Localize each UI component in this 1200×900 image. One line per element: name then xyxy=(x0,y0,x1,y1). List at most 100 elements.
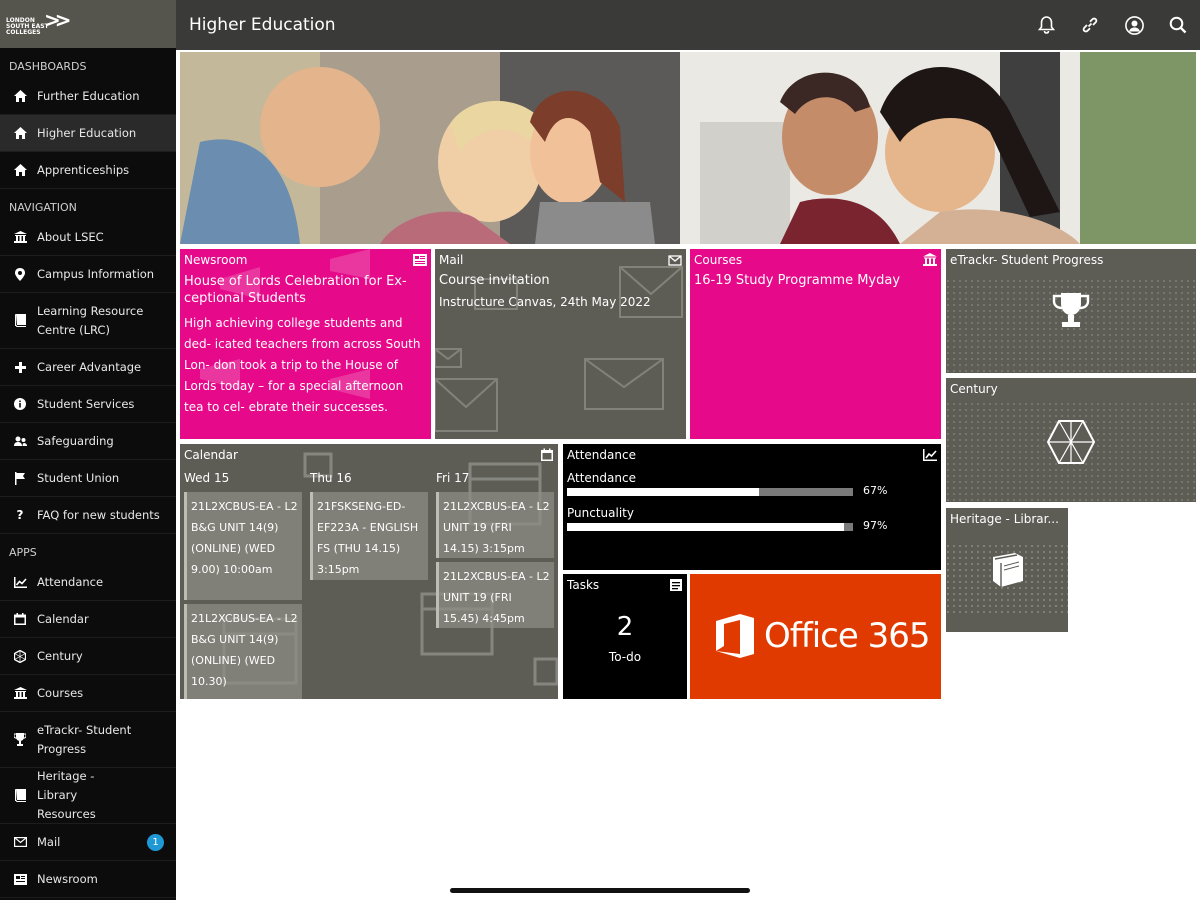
chevrons-logo-icon: >> xyxy=(44,8,71,32)
hexagon-icon xyxy=(1047,420,1095,464)
sidebar-item-label: Heritage - Library Resources xyxy=(37,769,96,821)
link-icon[interactable] xyxy=(1080,15,1100,35)
sidebar-item-about-lsec[interactable]: About LSEC xyxy=(0,219,176,256)
calendar-event[interactable]: 21L2XCBUS-EA - L2 B&G UNIT 14(9) (ONLINE… xyxy=(184,604,302,699)
mail-subject[interactable]: Course invitation xyxy=(439,273,550,288)
flag-icon xyxy=(12,470,28,486)
bell-icon[interactable] xyxy=(1036,15,1056,35)
institution-icon xyxy=(12,685,28,701)
search-icon[interactable] xyxy=(1168,15,1188,35)
sidebar-item-label: Further Education xyxy=(37,88,140,103)
sidebar-item-etrackr[interactable]: eTrackr- Student Progress xyxy=(0,712,176,768)
sidebar-item-learning-resource-centre[interactable]: Learning Resource Centre (LRC) xyxy=(0,293,176,349)
user-icon[interactable] xyxy=(1124,15,1144,35)
sidebar-item-calendar[interactable]: Calendar xyxy=(0,601,176,638)
sidebar-item-courses[interactable]: Courses xyxy=(0,675,176,712)
sidebar-item-campus-information[interactable]: Campus Information xyxy=(0,256,176,293)
sidebar-item-label: Student Union xyxy=(37,470,120,485)
office-365-tile[interactable]: Office 365 xyxy=(690,574,941,699)
sidebar-item-mail[interactable]: Mail 1 xyxy=(0,824,176,861)
attendance-progress-bar xyxy=(567,488,853,496)
sidebar-item-higher-education[interactable]: Higher Education xyxy=(0,115,176,152)
calendar-tile[interactable]: Calendar Wed 15 Thu 16 Fri 17 21L2XCBUS-… xyxy=(180,444,558,699)
sidebar-item-student-union[interactable]: Student Union xyxy=(0,460,176,497)
calendar-day-fri: Fri 17 xyxy=(436,471,470,485)
mail-tile[interactable]: Mail Course invitation Instructure Canva… xyxy=(435,249,686,439)
mail-title: Mail xyxy=(439,253,464,267)
trophy-icon xyxy=(1052,293,1090,327)
tasks-label: To-do xyxy=(608,650,642,664)
courses-tile[interactable]: Courses 16-19 Study Programme Myday xyxy=(690,249,941,439)
tasks-title: Tasks xyxy=(567,578,600,592)
courses-title: Courses xyxy=(694,253,743,267)
home-icon xyxy=(12,162,28,178)
sidebar-item-apprenticeships[interactable]: Apprenticeships xyxy=(0,152,176,189)
sidebar-item-label: Courses xyxy=(37,685,84,700)
calendar-event[interactable]: 21FSKSENG-ED-EF223A - ENGLISH FS (THU 14… xyxy=(310,492,428,580)
sidebar-item-safeguarding[interactable]: Safeguarding xyxy=(0,423,176,460)
calendar-event[interactable]: 21L2XCBUS-EA - L2 B&G UNIT 14(9) (ONLINE… xyxy=(184,492,302,600)
office-365-label: Office 365 xyxy=(764,616,930,656)
sidebar-item-further-education[interactable]: Further Education xyxy=(0,78,176,115)
sidebar: LONDON SOUTH EAST COLLEGES >> DASHBOARDS… xyxy=(0,0,176,900)
sidebar-item-faq[interactable]: ? FAQ for new students xyxy=(0,497,176,534)
chart-icon xyxy=(12,574,28,590)
etrackr-tile[interactable]: eTrackr- Student Progress xyxy=(946,249,1196,373)
tasks-list-icon xyxy=(670,579,682,591)
home-icon xyxy=(12,88,28,104)
sidebar-item-student-services[interactable]: Student Services xyxy=(0,386,176,423)
sidebar-item-attendance[interactable]: Attendance xyxy=(0,564,176,601)
news-headline[interactable]: House of Lords Celebration for Ex- cepti… xyxy=(184,273,424,307)
century-title: Century xyxy=(950,382,998,396)
office-logo-icon xyxy=(716,614,754,658)
sidebar-item-label: Student Services xyxy=(37,396,135,411)
sidebar-item-career-advantage[interactable]: Career Advantage xyxy=(0,349,176,386)
question-icon: ? xyxy=(16,508,24,522)
heritage-tile[interactable]: Heritage - Librar... xyxy=(946,508,1068,632)
calendar-event[interactable]: 21L2XCBUS-EA - L2 UNIT 19 (FRI 15.45) 4:… xyxy=(436,562,554,628)
punctuality-progress-bar xyxy=(567,523,853,531)
book-icon xyxy=(12,313,28,329)
course-name[interactable]: 16-19 Study Programme Myday xyxy=(694,273,900,288)
college-logo[interactable]: LONDON SOUTH EAST COLLEGES >> xyxy=(0,0,176,48)
tasks-tile[interactable]: Tasks 2 To-do xyxy=(563,574,687,699)
calendar-icon xyxy=(541,448,553,461)
navigation-heading: NAVIGATION xyxy=(9,201,77,214)
punctuality-percent: 97% xyxy=(863,519,888,532)
home-indicator xyxy=(450,888,750,893)
sidebar-item-label: Century xyxy=(37,648,83,663)
home-icon xyxy=(12,125,28,141)
sidebar-item-label: Campus Information xyxy=(37,266,155,281)
sidebar-item-label: Learning Resource Centre (LRC) xyxy=(37,303,144,337)
newsroom-tile[interactable]: Newsroom House of Lords Celebration for … xyxy=(180,249,431,439)
attendance-progress-fill xyxy=(567,488,759,496)
calendar-event[interactable]: 21L2XCBUS-EA - L2 UNIT 19 (FRI 14.15) 3:… xyxy=(436,492,554,558)
plus-icon xyxy=(12,359,28,375)
sidebar-item-label: FAQ for new students xyxy=(37,507,160,522)
sidebar-item-label: Apprenticeships xyxy=(37,162,130,177)
sidebar-item-label: About LSEC xyxy=(37,229,104,244)
sidebar-item-label: Newsroom xyxy=(37,871,98,886)
page-title: Higher Education xyxy=(189,15,336,35)
punctuality-progress-fill xyxy=(567,523,845,531)
calendar-icon xyxy=(12,611,28,627)
century-tile[interactable]: Century xyxy=(946,378,1196,502)
punctuality-metric-label: Punctuality xyxy=(567,506,634,520)
sidebar-item-heritage[interactable]: Heritage - Library Resources xyxy=(0,768,176,824)
apps-heading: APPS xyxy=(9,546,37,559)
map-pin-icon xyxy=(12,266,28,282)
book-icon xyxy=(993,553,1023,587)
attendance-tile[interactable]: Attendance Attendance 67% Punctuality 97… xyxy=(563,444,941,570)
sidebar-item-newsroom[interactable]: Newsroom xyxy=(0,861,176,898)
chart-icon xyxy=(923,449,937,461)
attendance-title: Attendance xyxy=(567,448,636,462)
attendance-metric-label: Attendance xyxy=(567,471,636,485)
newspaper-icon xyxy=(12,871,28,887)
news-body: High achieving college students and ded-… xyxy=(184,316,421,414)
sidebar-item-label: Safeguarding xyxy=(37,433,114,448)
attendance-percent: 67% xyxy=(863,484,888,497)
sidebar-item-century[interactable]: Century xyxy=(0,638,176,675)
info-icon xyxy=(12,396,28,412)
institution-icon xyxy=(923,253,937,266)
people-icon xyxy=(12,433,28,449)
